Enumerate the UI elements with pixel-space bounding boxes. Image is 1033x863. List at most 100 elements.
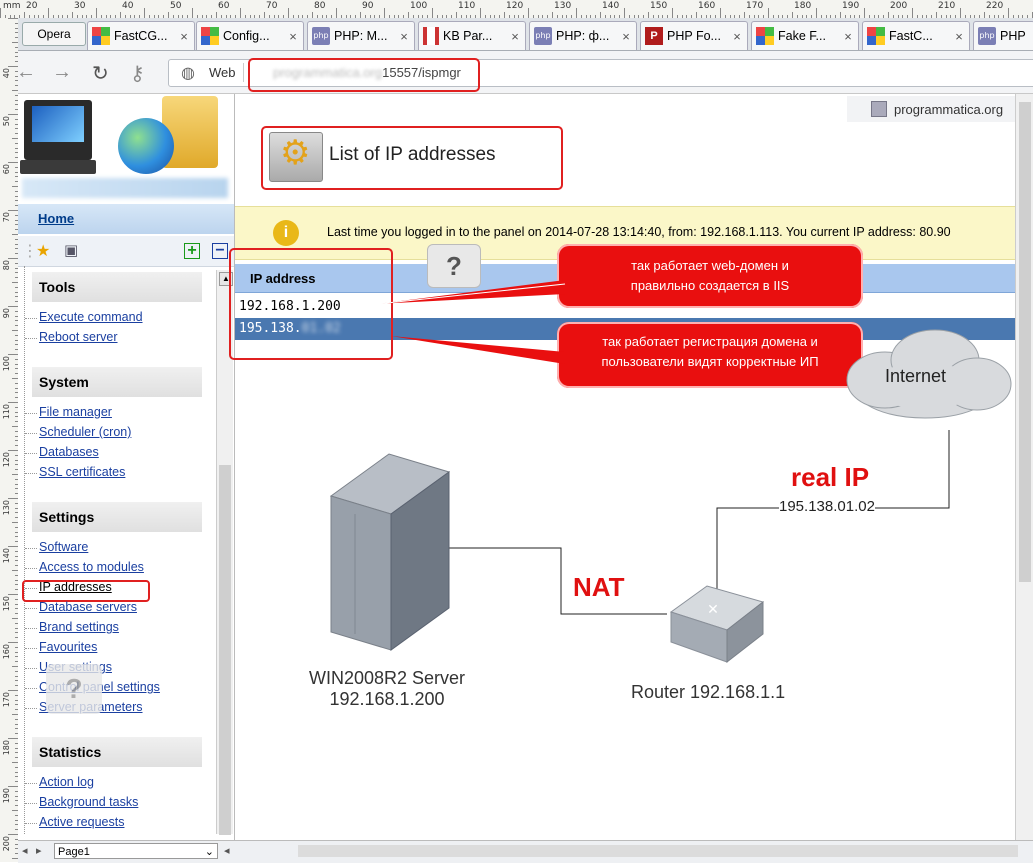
key-icon[interactable]: ⚷ [130, 61, 145, 86]
tab-config[interactable]: Config... × [196, 21, 304, 50]
prev-page-icon[interactable]: ◂ [22, 844, 28, 857]
close-icon[interactable]: × [177, 29, 191, 44]
collapse-all-icon[interactable]: − [212, 243, 228, 259]
briefcase-icon[interactable]: ▣ [64, 241, 78, 259]
ruler-number: 100 [2, 356, 11, 372]
sidebar-item-favourites[interactable]: Favourites [24, 640, 97, 654]
sidebar-item-reboot-server[interactable]: Reboot server [25, 330, 118, 344]
ruler-number: 210 [938, 1, 956, 11]
server-name: WIN2008R2 Server [308, 668, 466, 688]
ruler-tick [480, 8, 481, 18]
ruler-tick [8, 738, 18, 739]
section-tools[interactable]: Tools [32, 272, 202, 302]
ruler-number: 80 [314, 1, 326, 11]
tab-label: PHP [1000, 29, 1026, 43]
close-icon[interactable]: × [508, 29, 522, 44]
sidebar-item-file-manager[interactable]: File manager [25, 405, 112, 419]
section-settings[interactable]: Settings [32, 502, 202, 532]
sidebar: Home ⋮ ★ ▣ + − Tools Execute command Reb… [18, 94, 234, 840]
ruler-tick [8, 258, 18, 259]
address-toolbar: ← → ↻ ⚷ ◍ Web programmatica.org15557/isp… [16, 51, 1033, 94]
ruler-unit-label: mm [3, 1, 21, 11]
ruler-number: 60 [218, 1, 230, 11]
sidebar-toolbar: ⋮ ★ ▣ + − [18, 236, 234, 267]
windows-icon [201, 27, 219, 45]
ruler-tick [864, 8, 865, 18]
php-icon: php [978, 27, 996, 45]
main-scrollbar[interactable] [1015, 94, 1033, 840]
page-select[interactable]: Page1 ⌄ [54, 843, 218, 859]
tab-kb[interactable]: KB Par... × [418, 21, 526, 50]
vertical-ruler: 40 50 60 70 80 90 100 110 120 130 140 150 160 170 180 1… [0, 18, 19, 862]
help-icon[interactable]: ? [46, 664, 102, 714]
globe-icon: ◍ [181, 65, 195, 82]
forward-icon[interactable]: → [52, 61, 72, 84]
sidebar-item-action-log[interactable]: Action log [25, 775, 94, 789]
section-system[interactable]: System [32, 367, 202, 397]
home-link[interactable]: Home [38, 211, 74, 226]
ruler-number: 30 [74, 1, 86, 11]
ruler-tick [1008, 8, 1009, 18]
ruler-number: 220 [986, 1, 1004, 11]
browser-tab-bar: Opera FastCG... × Config... × php PHP: M… [18, 18, 1033, 51]
ruler-number: 90 [2, 308, 11, 319]
horizontal-scrollbar[interactable] [298, 845, 1018, 857]
tab-label: KB Par... [443, 29, 493, 43]
ruler-number: 140 [2, 548, 11, 564]
sidebar-item-scheduler[interactable]: Scheduler (cron) [24, 425, 131, 439]
sidebar-item-database-servers[interactable]: Database servers [25, 600, 137, 614]
close-icon[interactable]: × [841, 29, 855, 44]
globe-icon [118, 118, 174, 174]
ruler-tick [336, 8, 337, 18]
tab-fastcgi-2[interactable]: FastC... × [862, 21, 970, 50]
close-icon[interactable]: × [730, 29, 744, 44]
ruler-number: 150 [650, 1, 668, 11]
ruler-tick [8, 18, 18, 19]
sidebar-item-software[interactable]: Software [24, 540, 88, 554]
tab-php-f[interactable]: php PHP: ф... × [529, 21, 637, 50]
section-title: System [39, 374, 89, 390]
url-highlight-box [248, 58, 480, 92]
tab-label: PHP: ф... [556, 29, 610, 43]
ruler-tick [144, 8, 145, 18]
tab-php-last[interactable]: php PHP [973, 21, 1033, 50]
close-icon[interactable]: × [286, 29, 300, 44]
tab-fastcgi-1[interactable]: FastCG... × [87, 21, 195, 50]
tab-phpfog[interactable]: P PHP Fo... × [640, 21, 748, 50]
close-icon[interactable]: × [952, 29, 966, 44]
tab-label: Config... [223, 29, 270, 43]
windows-icon [92, 27, 110, 45]
sidebar-item-access-to-modules[interactable]: Access to modules [25, 560, 144, 574]
tab-fake[interactable]: Fake F... × [751, 21, 859, 50]
ruler-number: 120 [2, 452, 11, 468]
section-statistics[interactable]: Statistics [32, 737, 202, 767]
scroll-left-icon[interactable]: ◂ [224, 844, 230, 857]
scroll-thumb[interactable] [219, 465, 231, 835]
scroll-thumb[interactable] [1019, 102, 1031, 582]
reload-icon[interactable]: ↻ [92, 61, 109, 86]
bookmark-item[interactable]: programmatica.org [847, 96, 1016, 122]
ruler-number: 20 [26, 1, 38, 11]
ruler-number: 40 [122, 1, 134, 11]
server-label: WIN2008R2 Server 192.168.1.200 [299, 668, 475, 710]
sidebar-item-ssl-certificates[interactable]: SSL certificates [24, 465, 125, 479]
tab-php-m[interactable]: php PHP: M... × [307, 21, 415, 50]
php-icon: php [312, 27, 330, 45]
sidebar-item-active-requests[interactable]: Active requests [24, 815, 124, 829]
sidebar-item-execute-command[interactable]: Execute command [25, 310, 143, 324]
sidebar-item-brand-settings[interactable]: Brand settings [25, 620, 119, 634]
help-bubble-icon[interactable]: ? [427, 244, 481, 288]
sidebar-item-databases[interactable]: Databases [25, 445, 99, 459]
close-icon[interactable]: × [397, 29, 411, 44]
next-page-icon[interactable]: ▸ [36, 844, 42, 857]
sidebar-item-background-tasks[interactable]: Background tasks [24, 795, 138, 809]
ruler-tick [8, 354, 18, 355]
internet-label: Internet [885, 366, 947, 386]
back-icon[interactable]: ← [16, 61, 36, 84]
close-icon[interactable]: × [619, 29, 633, 44]
expand-all-icon[interactable]: + [184, 243, 200, 259]
opera-menu-button[interactable]: Opera [22, 22, 86, 46]
star-icon[interactable]: ★ [36, 241, 50, 261]
callout-line: так работает web-домен и [631, 258, 789, 273]
bottom-bar: ◂ ▸ Page1 ⌄ ◂ [18, 840, 1033, 863]
